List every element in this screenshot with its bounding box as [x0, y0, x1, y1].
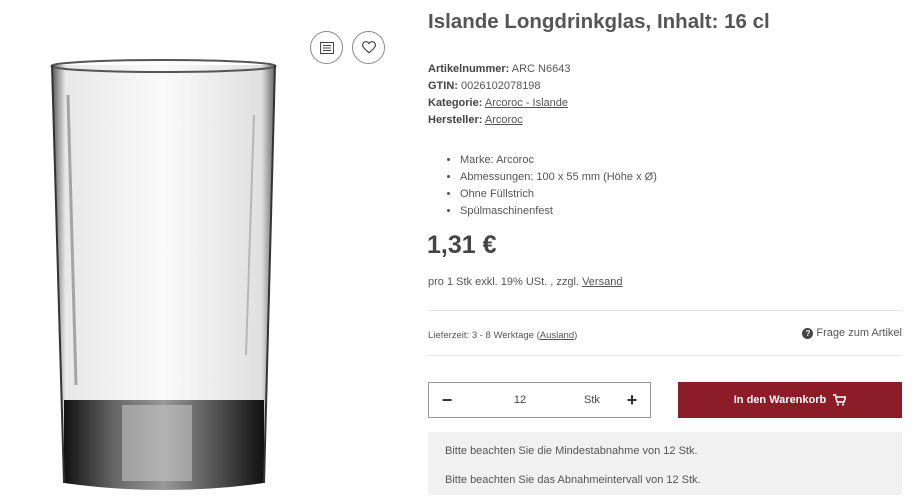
category-label: Kategorie: — [428, 97, 483, 109]
category-row: Kategorie: Arcoroc - Islande — [428, 95, 570, 112]
delivery-text: Lieferzeit: 3 - 8 Werktage ( — [428, 330, 540, 341]
question-circle-icon: ? — [802, 327, 814, 339]
drinking-glass-image — [50, 59, 277, 490]
manufacturer-label: Hersteller: — [428, 114, 483, 126]
gtin-row: GTIN: 0026102078198 — [428, 78, 570, 95]
article-number-label: Artikelnummer: — [428, 63, 510, 75]
quantity-increase-button[interactable]: + — [614, 383, 650, 417]
add-to-cart-label: In den Warenkorb — [733, 394, 827, 406]
gtin-label: GTIN: — [428, 80, 458, 92]
shipping-link[interactable]: Versand — [582, 276, 622, 288]
product-price: 1,31 € — [427, 231, 497, 259]
delivery-suffix: ) — [574, 330, 578, 341]
product-question-label: Frage zum Artikel — [816, 327, 902, 339]
quantity-unit: Stk — [584, 394, 600, 406]
product-image[interactable] — [40, 55, 290, 495]
order-interval-notice: Bitte beachten Sie das Abnahmeintervall … — [445, 474, 701, 486]
quantity-decrease-button[interactable]: − — [429, 383, 465, 417]
feature-item: Abmessungen: 100 x 55 mm (Höhe x Ø) — [460, 169, 657, 186]
compare-list-icon — [319, 41, 334, 54]
compare-button[interactable] — [310, 31, 343, 64]
divider — [428, 310, 902, 311]
manufacturer-row: Hersteller: Arcoroc — [428, 112, 570, 129]
order-notice-box: Bitte beachten Sie die Mindestabnahme vo… — [428, 432, 902, 495]
abroad-link[interactable]: Ausland — [540, 330, 574, 341]
feature-list: Marke: Arcoroc Abmessungen: 100 x 55 mm … — [446, 152, 657, 220]
article-number-value: ARC N6643 — [511, 63, 571, 75]
product-title: Islande Longdrinkglas, Inhalt: 16 cl — [428, 10, 770, 33]
minimum-order-notice: Bitte beachten Sie die Mindestabnahme vo… — [445, 445, 698, 457]
manufacturer-link[interactable]: Arcoroc — [485, 114, 523, 126]
delivery-time: Lieferzeit: 3 - 8 Werktage (Ausland) — [428, 330, 577, 341]
heart-icon — [361, 41, 376, 54]
quantity-input[interactable]: 12 — [509, 383, 531, 417]
add-to-cart-button[interactable]: In den Warenkorb — [678, 382, 902, 418]
feature-item: Marke: Arcoroc — [460, 152, 657, 169]
product-meta: Artikelnummer: ARC N6643 GTIN: 002610207… — [428, 61, 570, 129]
article-number-row: Artikelnummer: ARC N6643 — [428, 61, 570, 78]
tax-text: pro 1 Stk exkl. 19% USt. , zzgl. — [428, 276, 580, 288]
quantity-stepper[interactable]: − 12 Stk + — [428, 382, 651, 418]
feature-item: Ohne Füllstrich — [460, 186, 657, 203]
tax-info: pro 1 Stk exkl. 19% USt. , zzgl. Versand — [428, 276, 622, 288]
shopping-cart-icon — [833, 394, 847, 406]
feature-item: Spülmaschinenfest — [460, 203, 657, 220]
category-link[interactable]: Arcoroc - Islande — [485, 97, 568, 109]
gtin-value: 0026102078198 — [461, 80, 541, 92]
wishlist-button[interactable] — [352, 31, 385, 64]
product-question-link[interactable]: ? Frage zum Artikel — [802, 327, 902, 339]
divider — [428, 355, 902, 356]
